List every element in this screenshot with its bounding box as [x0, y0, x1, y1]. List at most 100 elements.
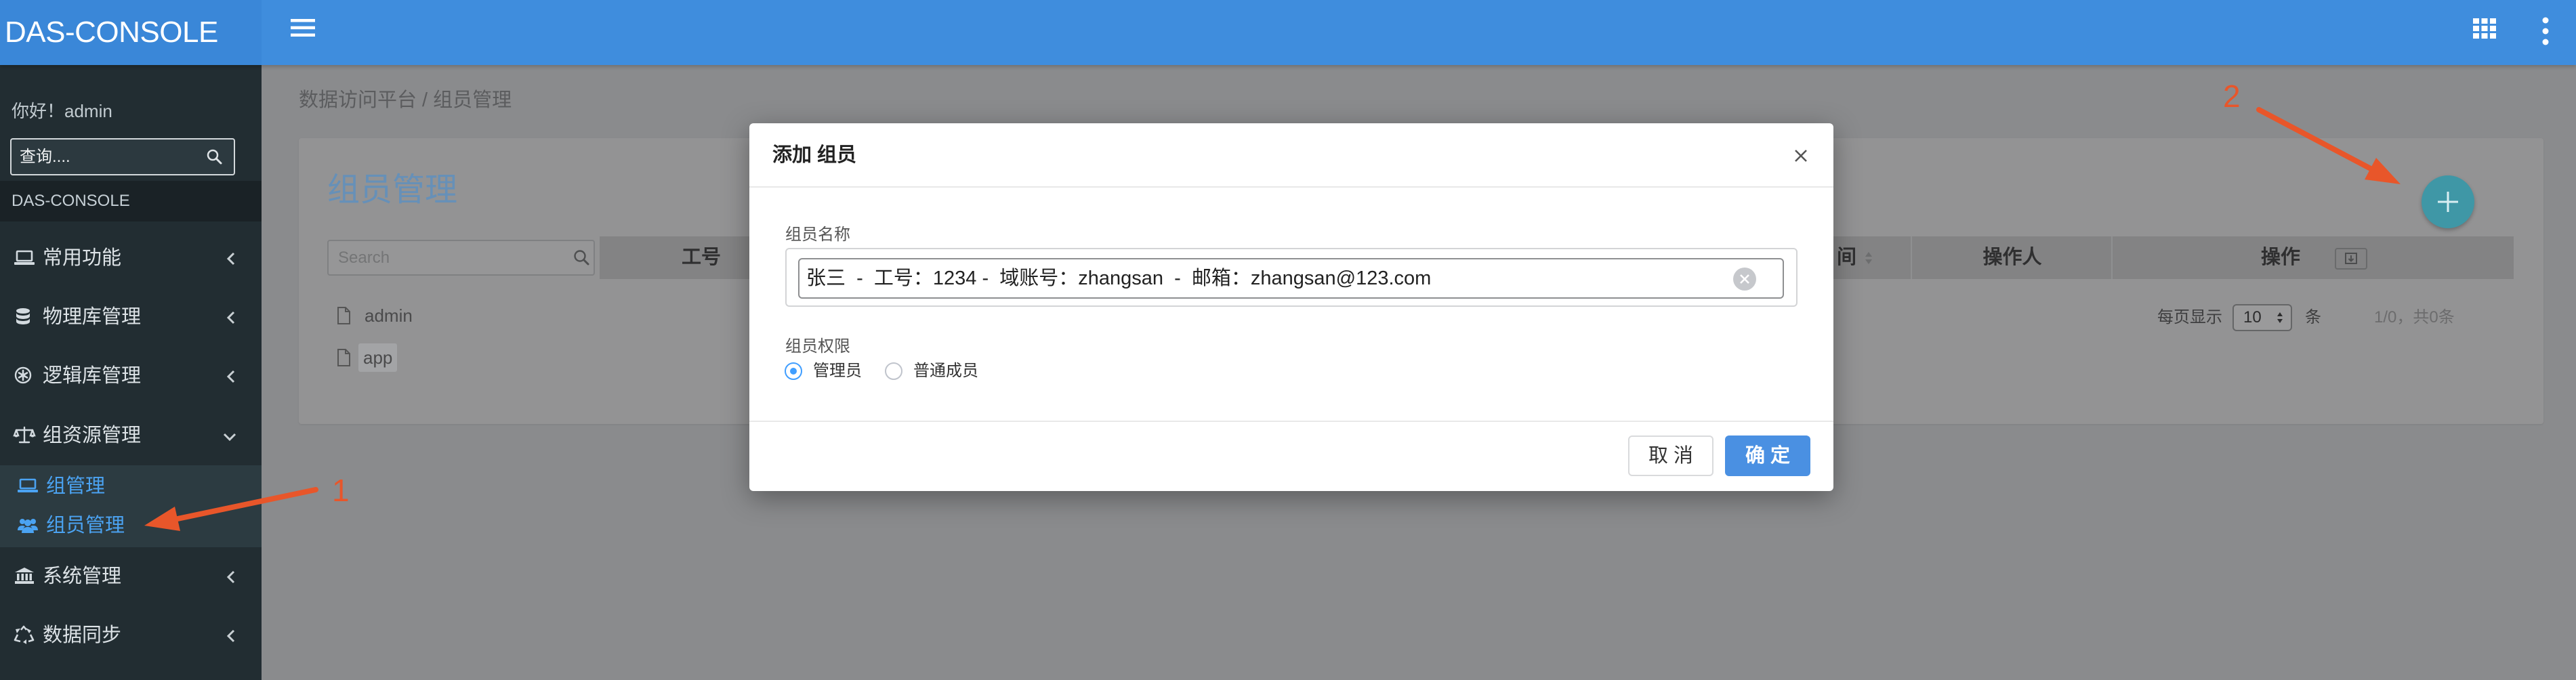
sidebar-subitem-label: 组管理	[46, 475, 106, 497]
sidebar-subitem-groups[interactable]: 组管理	[0, 467, 262, 506]
grid-icon-graphic	[2473, 18, 2496, 39]
tree-node-label: admin	[365, 305, 413, 326]
balance-scale-icon	[13, 426, 36, 445]
plus-icon	[2438, 192, 2458, 212]
users-icon	[18, 517, 38, 534]
page-title: 组员管理	[327, 172, 458, 208]
cancel-button[interactable]: 取 消	[1628, 435, 1713, 476]
tree-node-admin[interactable]: admin	[337, 305, 418, 326]
close-icon[interactable]	[1794, 149, 1808, 163]
users-icon-graphic	[18, 519, 38, 533]
chevron-left-icon	[226, 310, 236, 325]
top-navbar: DAS-CONSOLE	[0, 0, 2576, 65]
sidebar-subitem-members[interactable]: 组员管理	[0, 506, 262, 545]
cog-icon	[14, 366, 35, 385]
tree-search	[327, 240, 595, 276]
chevron-left-icon-graphic	[226, 311, 235, 324]
file-icon	[337, 349, 350, 366]
hamburger-icon[interactable]	[291, 19, 315, 37]
sidebar-item-physical-db[interactable]: 物理库管理	[0, 288, 262, 347]
confirm-button[interactable]: 确 定	[1725, 435, 1810, 476]
sidebar-item-label: 逻辑库管理	[43, 365, 142, 387]
member-name-label: 组员名称	[785, 226, 850, 244]
column-divider	[2111, 236, 2113, 279]
radio-admin[interactable]: 管理员	[785, 361, 873, 381]
column-header-employee-id[interactable]: 工号	[667, 236, 735, 279]
radio-label: 管理员	[813, 362, 862, 380]
clear-selection-icon[interactable]	[1733, 268, 1756, 291]
file-icon	[337, 307, 350, 324]
search-icon[interactable]	[207, 149, 222, 165]
tree-node-label: app	[358, 343, 398, 372]
radio-label: 普通成员	[913, 362, 978, 380]
per-page-value: 10	[2243, 308, 2262, 326]
add-member-button[interactable]	[2422, 175, 2474, 228]
balance-scale-icon-graphic	[13, 426, 36, 444]
breadcrumb-root[interactable]: 数据访问平台	[299, 89, 417, 111]
hamburger-icon-graphic	[291, 19, 315, 37]
sort-icon-graphic	[1865, 252, 1872, 264]
bank-icon	[14, 567, 35, 586]
per-page-unit: 条	[2305, 308, 2321, 326]
chevron-left-icon-graphic	[226, 370, 235, 383]
laptop-icon	[18, 477, 38, 495]
breadcrumb-current: 组员管理	[433, 89, 512, 111]
sort-icon[interactable]	[1865, 251, 1873, 265]
sidebar-item-label: 组资源管理	[43, 425, 142, 446]
chevron-left-icon	[226, 570, 236, 585]
chevron-left-icon-graphic	[226, 252, 235, 265]
column-header-operator[interactable]: 操作人	[1951, 236, 2073, 279]
sidebar-search-input[interactable]	[12, 140, 208, 174]
radio-circle[interactable]	[885, 362, 902, 380]
kebab-icon[interactable]	[2542, 17, 2549, 45]
sidebar-section-header: DAS-CONSOLE	[0, 181, 262, 221]
sidebar-search	[10, 138, 235, 175]
sidebar-item-label: 物理库管理	[43, 306, 142, 328]
sidebar-item-common[interactable]: 常用功能	[0, 229, 262, 288]
columns-icon	[2345, 253, 2357, 264]
breadcrumb-separator: /	[422, 89, 428, 111]
selected-member-text: 张三 - 工号：1234 - 域账号：zhangsan - 邮箱：zhangsa…	[806, 268, 1432, 289]
radio-normal-member[interactable]: 普通成员	[885, 361, 993, 381]
sidebar-item-system[interactable]: 系统管理	[0, 547, 262, 606]
per-page-label: 每页显示	[2157, 308, 2222, 326]
radio-circle[interactable]	[785, 362, 802, 380]
recycle-icon	[14, 625, 35, 645]
pagination-summary: 1/0，共0条	[2374, 308, 2455, 326]
database-icon	[14, 307, 35, 326]
chevron-down-icon-graphic	[223, 433, 236, 442]
grid-icon[interactable]	[2473, 18, 2496, 39]
member-permission-label: 组员权限	[785, 337, 850, 356]
sidebar-item-data-sync[interactable]: 数据同步	[0, 606, 262, 665]
pagination: 每页显示 10 条 1/0，共0条	[2157, 304, 2537, 331]
file-icon-graphic	[337, 349, 350, 366]
dialog-header: 添加 组员	[749, 123, 1833, 188]
sidebar: 你好！admin DAS-CONSOLE 常用功能	[0, 65, 262, 680]
search-icon[interactable]	[573, 249, 589, 265]
chevron-left-icon	[226, 369, 236, 384]
tree-search-input[interactable]	[329, 241, 559, 274]
sidebar-subitem-label: 组员管理	[46, 515, 125, 536]
dialog-title: 添加 组员	[772, 144, 857, 166]
close-icon-graphic	[1795, 150, 1807, 162]
chevron-left-icon	[226, 251, 236, 266]
sidebar-item-logical-db[interactable]: 逻辑库管理	[0, 347, 262, 406]
chevron-left-icon	[226, 629, 236, 643]
per-page-select[interactable]: 10	[2232, 304, 2292, 331]
column-header-time[interactable]: 间	[1837, 236, 1861, 279]
chevron-left-icon-graphic	[226, 570, 235, 584]
app-logo[interactable]: DAS-CONSOLE	[0, 0, 262, 65]
sidebar-item-label: 常用功能	[43, 247, 122, 269]
search-icon-graphic	[574, 250, 589, 265]
tree-node-app[interactable]: app	[337, 343, 418, 373]
sidebar-item-label: 数据同步	[43, 624, 122, 646]
sidebar-item-group-resources[interactable]: 组资源管理	[0, 406, 262, 465]
sidebar-item-label: 系统管理	[43, 566, 122, 587]
kebab-icon-graphic	[2542, 17, 2549, 45]
add-member-dialog: 添加 组员 组员名称 张三 - 工号：1234 - 域账号：zhangsan -…	[749, 123, 1833, 491]
chevron-left-icon-graphic	[226, 629, 235, 643]
laptop-icon-graphic	[18, 478, 38, 492]
bank-icon-graphic	[15, 568, 34, 584]
column-selector-button[interactable]	[2335, 248, 2367, 270]
member-select-input[interactable]: 张三 - 工号：1234 - 域账号：zhangsan - 邮箱：zhangsa…	[798, 258, 1784, 299]
